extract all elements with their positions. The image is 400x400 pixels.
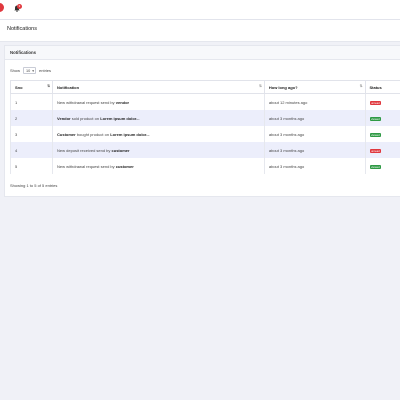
status-badge: unread [369,148,382,153]
chevron-down-icon: ▾ [32,69,35,73]
status-badge: unread [369,100,382,105]
column-header-notification[interactable]: Notification ⇅ [52,80,265,94]
status-badge: viewed [369,164,382,169]
table-info: Showing 1 to 5 of 5 entries [10,183,58,188]
sort-icon: ⇅ [47,84,51,88]
table-row[interactable]: 4 New deposit received send by customer … [9,142,400,158]
entries-label: entries [39,68,52,73]
cell-status: viewed [364,158,400,174]
cell-notification: Customer bought product on Lorem ipsum d… [52,126,265,142]
cell-status: unread [364,93,400,110]
cell-notification: New deposit received send by customer [52,142,265,158]
table-row[interactable]: 2 Vendor sold product on Lorem ipsum dol… [9,110,400,126]
cell-ago: about 3 months ago [263,110,366,126]
sort-icon: ⇅ [359,84,363,88]
cell-ago: about 12 minutes ago [263,93,366,110]
page-title: Notifications [7,26,37,32]
notifications-table: Sno ⇅ Notification ⇅ How long ago? ⇅ Status… [9,80,400,174]
cell-sno: 4 [9,142,54,158]
cell-notification: New withdrawal request send by vendor [52,93,265,110]
cell-ago: about 3 months ago [263,142,366,158]
status-badge: viewed [369,116,382,121]
card-header: Notifications [5,46,400,60]
cell-sno: 5 [9,158,54,174]
card-title: Notifications [10,50,37,55]
cell-status: unread [364,142,400,158]
top-navbar: 3 [0,0,400,20]
cell-notification: New withdrawal request send by customer [52,158,265,174]
cell-notification: Vendor sold product on Lorem ipsum dolor… [52,110,265,126]
cell-sno: 2 [9,110,54,126]
entries-select[interactable]: 10 ▾ [23,67,37,74]
notifications-card: Notifications Show 10 ▾ entries Sno ⇅ Not… [4,45,400,197]
notification-count-badge: 3 [17,4,22,9]
sort-icon: ⇅ [258,84,262,88]
table-row[interactable]: 3 Customer bought product on Lorem ipsum… [9,126,400,142]
cell-sno: 3 [9,126,54,142]
sidebar-toggle[interactable] [0,3,4,12]
table-row[interactable]: 5 New withdrawal request send by custome… [9,158,400,174]
column-header-how-long-ago[interactable]: How long ago? ⇅ [263,80,366,94]
cell-ago: about 3 months ago [263,126,366,142]
entries-value: 10 [26,69,31,73]
cell-status: viewed [364,126,400,142]
page-header: Notifications [0,20,400,42]
column-header-status[interactable]: Status [364,80,400,94]
cell-sno: 1 [9,93,54,110]
table-row[interactable]: 1 New withdrawal request send by vendor … [9,93,400,110]
entries-length-control: Show 10 ▾ entries [10,67,51,74]
cell-status: viewed [364,110,400,126]
column-header-sno[interactable]: Sno ⇅ [9,80,54,94]
cell-ago: about 3 months ago [263,158,366,174]
status-badge: viewed [369,132,382,137]
show-label: Show [10,68,21,73]
